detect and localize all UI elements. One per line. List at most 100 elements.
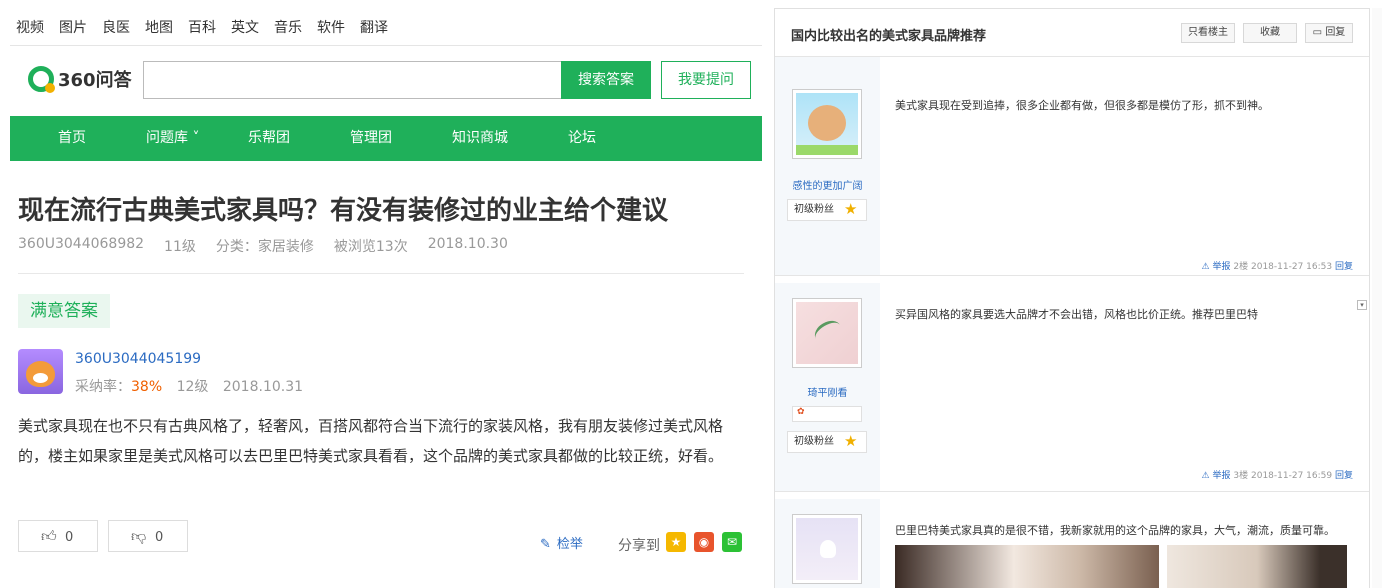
star-icon: ★ <box>844 200 858 218</box>
topnav-music[interactable]: 音乐 <box>274 17 302 37</box>
pen-icon: ✎ <box>540 537 551 552</box>
question-user[interactable]: 360U3044068982 <box>18 236 144 256</box>
downvote-count: 0 <box>155 530 164 545</box>
owner-only-button[interactable]: 只看楼主 <box>1181 23 1235 43</box>
topnav-image[interactable]: 图片 <box>59 17 87 37</box>
side-strip <box>775 57 880 67</box>
question-level: 11级 <box>164 239 196 255</box>
post-report-link[interactable]: 举报 <box>1213 262 1231 272</box>
post-time: 2018-11-27 16:59 <box>1251 471 1333 481</box>
logo[interactable]: 360问答 <box>28 66 132 93</box>
logo-icon <box>28 66 55 93</box>
fan-level-badge: 初级粉丝 ★ <box>787 199 867 221</box>
avatar[interactable] <box>18 349 63 394</box>
warning-icon: ⚠ <box>1201 262 1210 272</box>
reply-button[interactable]: ▭ 回复 <box>1305 23 1353 43</box>
question-title: 现在流行古典美式家具吗？有没有装修过的业主给个建议 <box>18 196 669 226</box>
list-item: 感性的更加广阔 初级粉丝 ★ 美式家具现在受到追捧，很多企业都有做，但很多都是模… <box>775 67 1369 276</box>
nav-help-group[interactable]: 乐帮团 <box>248 116 290 161</box>
list-item: 巴里巴特美式家具真的是很不错，我新家就用的这个品牌的家具，大气，潮流，质量可靠。 <box>775 499 1369 588</box>
chevron-down-icon[interactable]: ▾ <box>1357 300 1367 310</box>
report-label: 检举 <box>556 537 583 552</box>
main-nav: 首页 问题库 ˅ 乐帮团 管理团 知识商城 论坛 <box>10 116 762 161</box>
post-reply-link[interactable]: 回复 <box>1335 262 1353 272</box>
reply-label: 回复 <box>1325 27 1346 38</box>
medal-icon: ✿ <box>792 406 862 422</box>
report-link[interactable]: ✎ 检举 <box>540 533 583 552</box>
fan-level-text: 初级粉丝 <box>794 204 834 215</box>
nav-knowledge-mall[interactable]: 知识商城 <box>452 116 508 161</box>
avatar[interactable] <box>792 89 862 159</box>
question-page: 视频 图片 良医 地图 百科 英文 音乐 软件 翻译 360问答 搜索答案 我要… <box>0 0 772 588</box>
star-icon: ★ <box>844 432 858 450</box>
thumbs-up-icon: 👍︎ <box>41 527 57 545</box>
post-footer: ⚠ 举报 3楼 2018-11-27 16:59 回复 <box>1202 468 1353 481</box>
fan-level-badge: 初级粉丝 ★ <box>787 431 867 453</box>
weibo-icon[interactable]: ◉ <box>694 532 714 552</box>
post-text: 买异国风格的家具要选大品牌才不会出错，风格也比价正统。推荐巴里巴特 <box>895 308 1258 321</box>
ghost-avatar-icon <box>796 518 858 580</box>
post-footer: ⚠ 举报 2楼 2018-11-27 16:53 回复 <box>1202 259 1353 272</box>
nav-admin-group[interactable]: 管理团 <box>350 116 392 161</box>
avatar[interactable] <box>792 514 862 584</box>
thread-title: 国内比较出名的美式家具品牌推荐 <box>791 29 987 44</box>
topnav-translate[interactable]: 翻译 <box>360 17 388 37</box>
furniture-photo[interactable] <box>895 545 1159 588</box>
downvote-button[interactable]: 👎︎ 0 <box>108 520 188 552</box>
divider <box>10 45 762 46</box>
thread-header: 国内比较出名的美式家具品牌推荐 只看楼主 收藏 ▭ 回复 <box>775 9 1369 57</box>
scrollbar[interactable] <box>1372 8 1382 588</box>
question-date: 2018.10.30 <box>427 236 508 252</box>
question-views: 被浏览13次 <box>333 239 408 255</box>
question-meta: 360U3044068982 11级 分类：家居装修 被浏览13次 2018.1… <box>18 236 528 256</box>
bear-avatar-icon <box>796 93 858 155</box>
topnav-video[interactable]: 视频 <box>16 17 44 37</box>
logo-text: 360问答 <box>58 70 132 91</box>
comment-icon: ▭ <box>1312 27 1323 38</box>
post-reply-link[interactable]: 回复 <box>1335 471 1353 481</box>
qzone-icon[interactable]: ★ <box>666 532 686 552</box>
nav-forum[interactable]: 论坛 <box>568 116 596 161</box>
upvote-button[interactable]: 👍︎ 0 <box>18 520 98 552</box>
topnav-doctor[interactable]: 良医 <box>102 17 130 37</box>
nav-question-library[interactable]: 问题库 ˅ <box>146 116 199 161</box>
topnav-software[interactable]: 软件 <box>317 17 345 37</box>
post-text: 美式家具现在受到追捧，很多企业都有做，但很多都是模仿了形，抓不到神。 <box>895 99 1269 112</box>
best-answer-tag: 满意答案 <box>18 294 110 328</box>
answer-rate-label: 采纳率： <box>75 379 131 395</box>
furniture-photo[interactable] <box>1167 545 1347 588</box>
post-nick[interactable]: 琦平刚看 <box>775 384 880 399</box>
thread-panel: 国内比较出名的美式家具品牌推荐 只看楼主 收藏 ▭ 回复 感性的更加广阔 初级粉… <box>774 8 1370 588</box>
upvote-count: 0 <box>65 530 74 545</box>
topnav-english[interactable]: 英文 <box>231 17 259 37</box>
page: 视频 图片 良医 地图 百科 英文 音乐 软件 翻译 360问答 搜索答案 我要… <box>0 0 1382 588</box>
post-text: 巴里巴特美式家具真的是很不错，我新家就用的这个品牌的家具，大气，潮流，质量可靠。 <box>895 524 1335 537</box>
question-category[interactable]: 分类：家居装修 <box>216 236 314 256</box>
fan-level-text: 初级粉丝 <box>794 436 834 447</box>
avatar[interactable] <box>792 298 862 368</box>
answer-meta: 采纳率：38% 12级 2018.10.31 <box>75 376 303 396</box>
answer-user[interactable]: 360U3044045199 <box>75 351 201 367</box>
post-nick[interactable]: 感性的更加广阔 <box>775 177 880 192</box>
ask-question-button[interactable]: 我要提问 <box>661 61 751 99</box>
topnav-map[interactable]: 地图 <box>145 17 173 37</box>
answer-date: 2018.10.31 <box>222 379 304 395</box>
answer-body: 美式家具现在也不只有古典风格了，轻奢风，百搭风都符合当下流行的家装风格，我有朋友… <box>18 417 724 465</box>
favorite-button[interactable]: 收藏 <box>1243 23 1297 43</box>
search-button[interactable]: 搜索答案 <box>561 61 651 99</box>
nav-home[interactable]: 首页 <box>58 116 86 161</box>
wechat-icon[interactable]: ✉ <box>722 532 742 552</box>
answer-level: 12级 <box>176 379 209 395</box>
post-floor: 3楼 <box>1233 471 1249 481</box>
answer-rate: 38% <box>131 379 163 395</box>
fox-avatar-icon <box>26 361 55 387</box>
post-report-link[interactable]: 举报 <box>1213 471 1231 481</box>
warning-icon: ⚠ <box>1201 471 1210 481</box>
post-time: 2018-11-27 16:53 <box>1251 262 1333 272</box>
share-label: 分享到 <box>618 538 660 554</box>
search-input[interactable] <box>143 61 561 99</box>
top-nav: 视频 图片 良医 地图 百科 英文 音乐 软件 翻译 <box>16 17 403 37</box>
topnav-baike[interactable]: 百科 <box>188 17 216 37</box>
flower-avatar-icon <box>796 302 858 364</box>
divider <box>18 273 744 274</box>
